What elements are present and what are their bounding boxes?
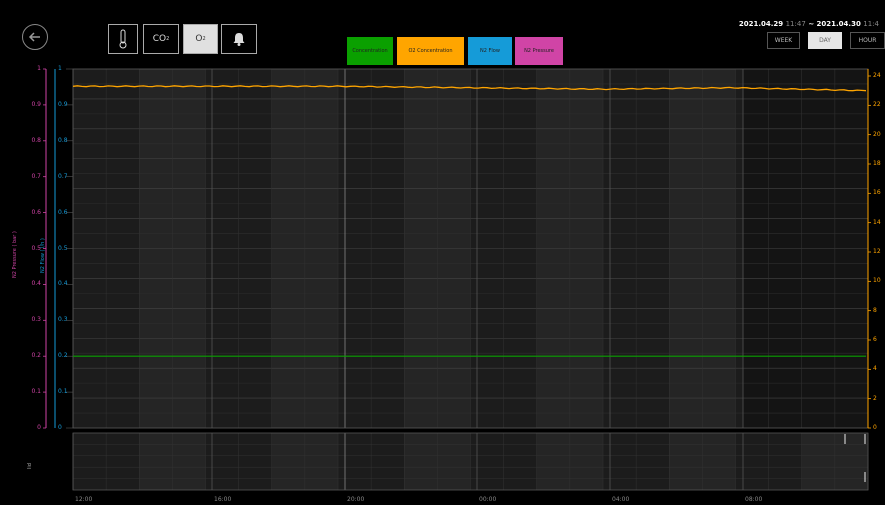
- hour-band-lower: [238, 433, 273, 490]
- hour-band-lower: [106, 433, 140, 490]
- hour-band-lower: [669, 433, 703, 490]
- hour-band-lower: [338, 433, 372, 490]
- hour-band-lower: [702, 433, 736, 490]
- hour-band-lower: [834, 433, 869, 490]
- hour-band-lower: [304, 433, 339, 490]
- hour-band-lower: [437, 433, 471, 490]
- hour-band-lower: [801, 433, 836, 490]
- hour-band-lower: [536, 433, 571, 490]
- hour-band-lower: [73, 433, 107, 490]
- hour-band-lower: [172, 433, 206, 490]
- main-chart: [43, 68, 871, 491]
- hour-band-lower: [404, 433, 438, 490]
- hour-band-lower: [503, 433, 538, 490]
- hour-band-lower: [768, 433, 803, 490]
- hour-band-lower: [735, 433, 770, 490]
- hour-band-lower: [470, 433, 505, 490]
- hour-band-lower: [139, 433, 173, 490]
- hour-band-lower: [205, 433, 240, 490]
- hour-band-lower: [636, 433, 670, 490]
- hour-band-lower: [603, 433, 637, 490]
- hour-band-lower: [569, 433, 604, 490]
- hour-band-lower: [271, 433, 306, 490]
- hour-band-lower: [371, 433, 405, 490]
